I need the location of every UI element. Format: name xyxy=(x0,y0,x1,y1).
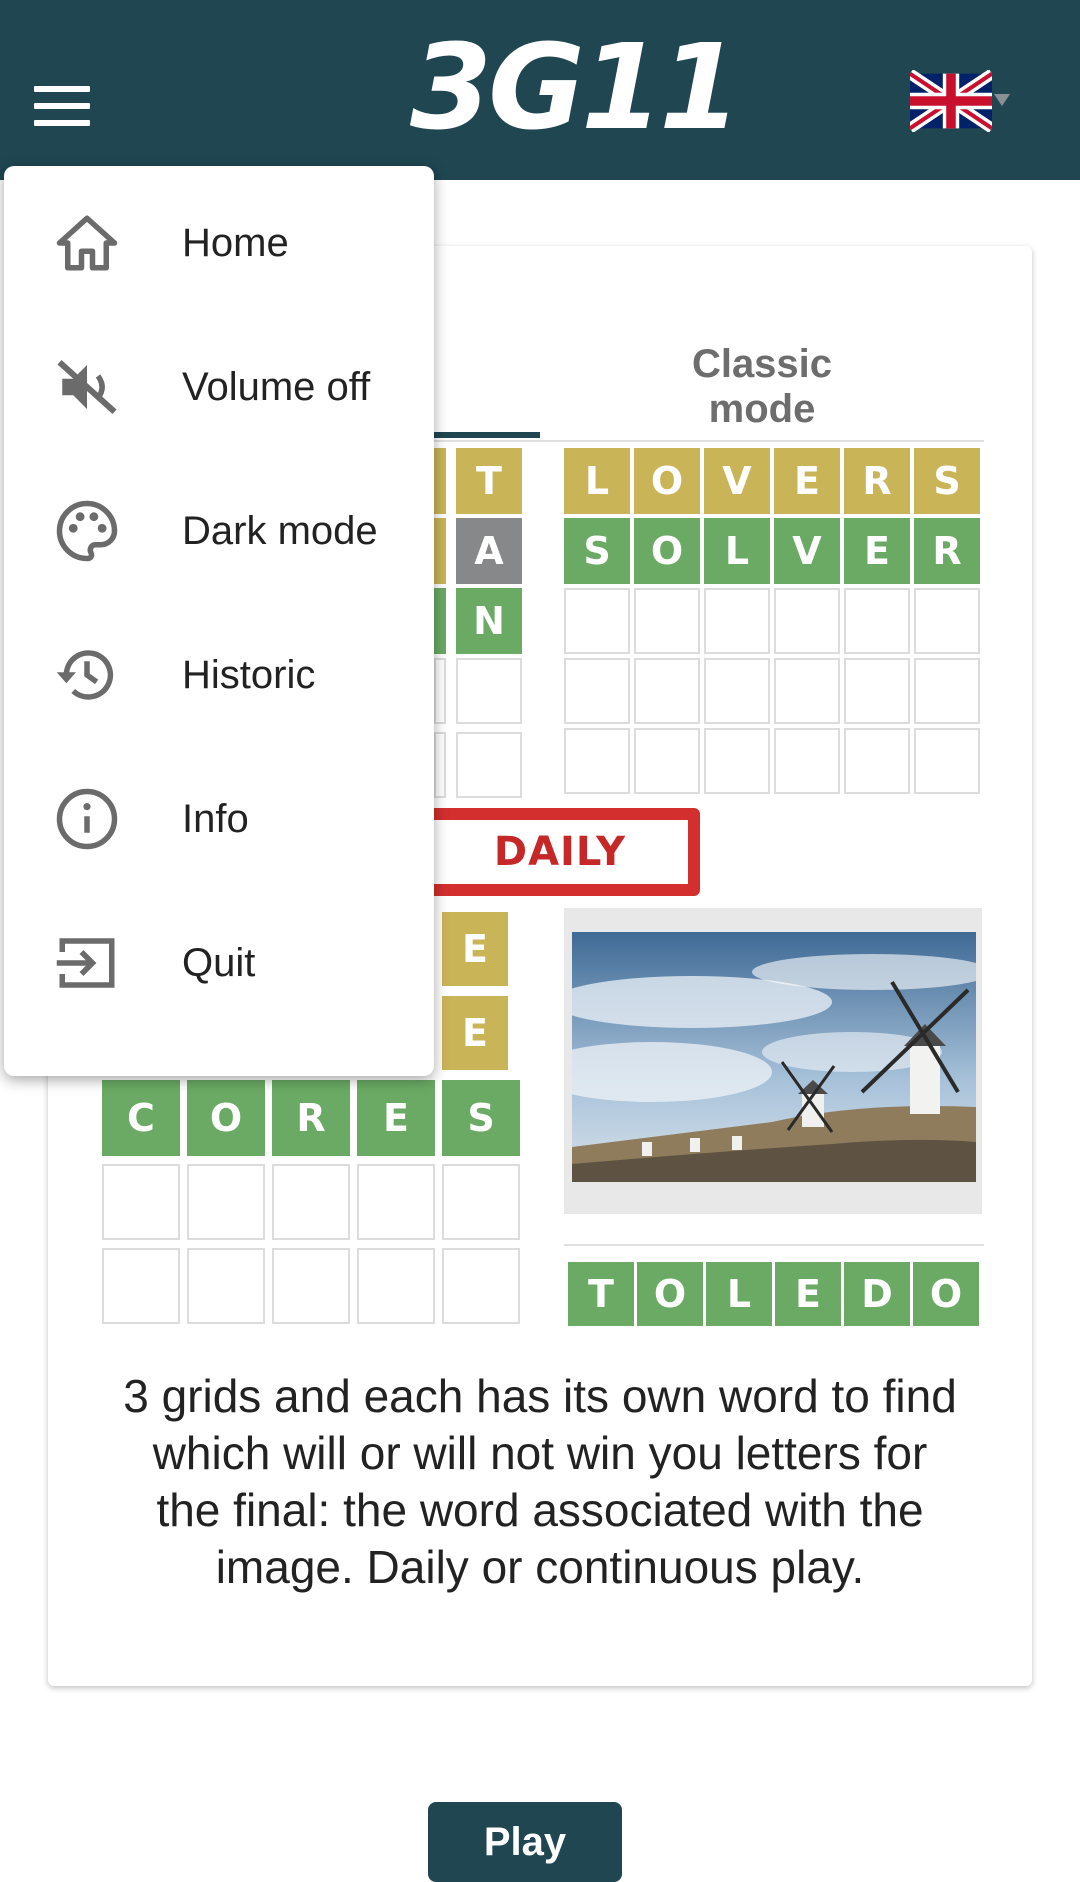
menu-item-label: Quit xyxy=(182,941,256,985)
grid-cell-empty xyxy=(187,1164,265,1240)
tab-classic-mode[interactable]: Classic mode xyxy=(636,342,888,432)
home-icon xyxy=(56,215,118,271)
grid-cell: E xyxy=(357,1080,435,1156)
grid-cell: V xyxy=(774,518,840,584)
grid-cell-empty xyxy=(564,728,630,794)
grid-cell: E xyxy=(442,996,508,1070)
menu-item-label: Volume off xyxy=(182,365,371,409)
grid-cell: L xyxy=(706,1262,772,1326)
grid-cell: V xyxy=(704,448,770,514)
grid-cell-empty xyxy=(844,588,910,654)
windmills-image xyxy=(572,932,976,1182)
grid-cell-empty xyxy=(914,658,980,724)
grid-cell-empty xyxy=(102,1164,180,1240)
grid-cell: A xyxy=(456,518,522,584)
grid-cell: S xyxy=(442,1080,520,1156)
grid-cell-empty xyxy=(844,728,910,794)
clue-image-frame xyxy=(564,908,982,1214)
menu-item-info[interactable]: Info xyxy=(4,746,434,886)
grid-cell: O xyxy=(913,1262,979,1326)
grid-cell: E xyxy=(442,912,508,986)
grid-cell-empty xyxy=(272,1248,350,1324)
grid-cell-empty xyxy=(914,588,980,654)
grid-cell-empty xyxy=(357,1248,435,1324)
history-icon xyxy=(56,650,114,700)
grid-cell: T xyxy=(568,1262,634,1326)
grid-cell-empty xyxy=(774,658,840,724)
menu-item-label: Home xyxy=(182,221,289,265)
grid-cell: R xyxy=(844,448,910,514)
grid-cell-empty xyxy=(634,728,700,794)
daily-badge: DAILY xyxy=(420,808,700,896)
grid-cell: S xyxy=(564,518,630,584)
grid-cell-empty xyxy=(774,728,840,794)
menu-item-historic[interactable]: Historic xyxy=(4,602,434,742)
exit-icon xyxy=(56,938,115,988)
grid-cell: O xyxy=(634,518,700,584)
grid-cell-empty xyxy=(914,728,980,794)
grid-cell-empty xyxy=(774,588,840,654)
grid-cell: N xyxy=(456,588,522,654)
grid-cell: L xyxy=(704,518,770,584)
grid-cell-empty xyxy=(102,1248,180,1324)
grid-cell: E xyxy=(844,518,910,584)
menu-item-label: Historic xyxy=(182,653,316,697)
app-logo: 3G11 xyxy=(410,18,741,156)
menu-item-dark-mode[interactable]: Dark mode xyxy=(4,458,434,598)
grid-cell: L xyxy=(564,448,630,514)
volume-off-icon xyxy=(57,360,117,414)
grid-cell-empty xyxy=(704,658,770,724)
grid-cell: C xyxy=(102,1080,180,1156)
grid-cell-empty xyxy=(442,1164,520,1240)
menu-item-volume-off[interactable]: Volume off xyxy=(4,314,434,454)
grid-cell-empty xyxy=(272,1164,350,1240)
menu-item-quit[interactable]: Quit xyxy=(4,890,434,1030)
grid-cell-empty xyxy=(187,1248,265,1324)
grid-cell xyxy=(434,518,446,584)
grid-cell: T xyxy=(456,448,522,514)
grid-cell: O xyxy=(637,1262,703,1326)
grid-cell: D xyxy=(844,1262,910,1326)
grid-cell-empty xyxy=(357,1164,435,1240)
grid-cell: S xyxy=(914,448,980,514)
grid-cell-empty xyxy=(704,588,770,654)
grid-cell: R xyxy=(914,518,980,584)
grid-cell-empty xyxy=(434,658,446,724)
hamburger-menu-icon[interactable] xyxy=(34,86,90,126)
grid-cell-empty xyxy=(704,728,770,794)
grid-cell-empty xyxy=(564,588,630,654)
info-icon xyxy=(56,788,118,850)
menu-item-label: Dark mode xyxy=(182,509,378,553)
grid-cell-empty xyxy=(564,658,630,724)
play-button[interactable]: Play xyxy=(428,1802,622,1882)
grid-cell-empty xyxy=(634,588,700,654)
navigation-drawer: Home Volume off Dark mode Historic Info … xyxy=(4,166,434,1076)
grid-cell xyxy=(434,448,446,514)
menu-item-home[interactable]: Home xyxy=(4,170,434,310)
final-divider xyxy=(564,1244,984,1246)
grid-cell xyxy=(434,588,446,654)
uk-flag-icon[interactable] xyxy=(910,70,992,132)
grid-cell-empty xyxy=(456,732,522,798)
menu-item-label: Info xyxy=(182,797,249,841)
palette-icon xyxy=(56,500,118,562)
grid-cell-empty xyxy=(456,658,522,724)
game-description: 3 grids and each has its own word to fin… xyxy=(123,1370,957,1593)
grid-cell: E xyxy=(774,448,840,514)
grid-cell: R xyxy=(272,1080,350,1156)
grid-cell-empty xyxy=(634,658,700,724)
grid-cell-empty xyxy=(442,1248,520,1324)
chevron-down-icon[interactable] xyxy=(994,94,1010,106)
grid-cell: O xyxy=(634,448,700,514)
top-app-bar: 3G11 xyxy=(0,0,1080,180)
grid-cell: E xyxy=(775,1262,841,1326)
grid-cell-empty xyxy=(434,732,446,798)
grid-cell-empty xyxy=(844,658,910,724)
grid-cell: O xyxy=(187,1080,265,1156)
